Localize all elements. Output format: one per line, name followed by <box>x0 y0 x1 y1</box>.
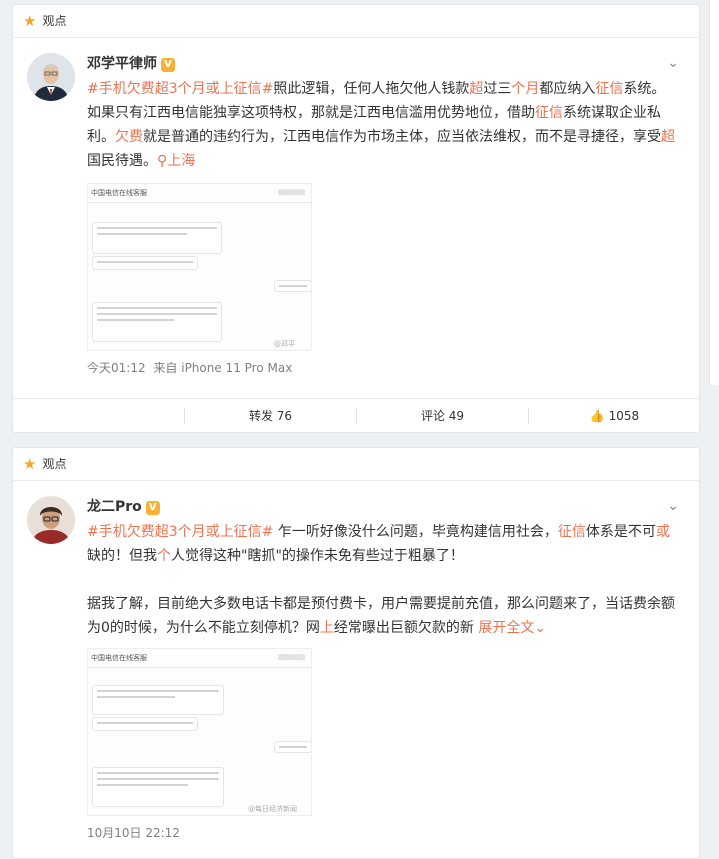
sidebar-edge <box>709 0 719 385</box>
location-text[interactable]: 上海 <box>167 153 195 169</box>
comment-button[interactable]: 评论 49 <box>357 399 528 433</box>
keyword-highlight: 超 <box>469 81 484 97</box>
text-span: 经常曝出巨额欠款的新 <box>333 620 474 636</box>
text-span: 人觉得这种"瞎抓"的操作未免有些过于粗暴了！ <box>171 548 464 564</box>
post-card: ★ 观点 邓学平律师 V ⌄ #手机欠费超3个月或上征信#照此逻辑，任何人拖欠他人钱… <box>12 4 700 433</box>
comment-label: 评论 <box>420 409 445 423</box>
avatar[interactable] <box>27 496 75 544</box>
keyword-highlight: 上 <box>319 620 334 636</box>
image-header-text: 中国电信在线客服 <box>91 654 147 662</box>
chat-bubble <box>92 256 198 270</box>
image-header: 中国电信在线客服 ░░░░░░░ <box>88 184 311 203</box>
keyword-highlight: 或 <box>655 524 670 540</box>
favorite-button[interactable] <box>13 399 184 433</box>
chat-bubble <box>274 280 311 292</box>
chat-bubble <box>92 302 222 342</box>
chevron-down-icon[interactable]: ⌄ <box>667 55 679 71</box>
text-span: 体系是不可 <box>585 524 656 540</box>
post-text: #手机欠费超3个月或上征信#照此逻辑，任何人拖欠他人钱款超过三个月都应纳入征信系… <box>87 77 677 173</box>
location-pin-icon: ⚲ <box>157 153 168 169</box>
action-bar: 转发 76 评论 49 👍 1058 <box>13 398 699 433</box>
chat-bubble <box>274 741 311 753</box>
text-span: 都应纳入 <box>539 81 596 97</box>
chevron-down-icon: ⌄ <box>534 620 547 636</box>
author-name-text[interactable]: 邓学平律师 <box>87 56 157 72</box>
keyword-highlight: 征信 <box>595 81 624 97</box>
thumbs-up-icon: 👍 <box>589 409 605 423</box>
post-meta: 今天01:12 来自 iPhone 11 Pro Max <box>87 359 292 376</box>
post-source: 来自 iPhone 11 Pro Max <box>153 361 293 375</box>
expand-label[interactable]: 展开全文 <box>478 620 534 636</box>
chat-bubble <box>92 717 198 731</box>
post-time[interactable]: 今天01:12 <box>87 361 146 375</box>
image-header-text: 中国电信在线客服 <box>91 189 147 197</box>
location-link[interactable]: ⚲上海 <box>157 153 195 169</box>
repost-button[interactable]: 转发 76 <box>185 399 356 433</box>
author-name[interactable]: 龙二Pro V <box>87 496 160 516</box>
section-label: 观点 <box>42 457 67 471</box>
repost-count: 76 <box>276 409 293 423</box>
verified-badge-icon: V <box>145 501 160 515</box>
text-span: 照此逻辑，任何人拖欠他人钱款 <box>273 81 470 97</box>
author-name-text[interactable]: 龙二Pro <box>87 499 142 515</box>
chevron-down-icon[interactable]: ⌄ <box>667 498 679 514</box>
keyword-highlight: 征信 <box>535 105 563 121</box>
image-id-text: ░░░░░░░ <box>278 190 305 196</box>
star-icon: ★ <box>23 455 37 473</box>
text-span: 乍一听好像没什么问题，毕竟构建信用社会， <box>273 524 558 540</box>
post-image[interactable]: 中国电信在线客服 ░░░░░░░ @每日经济新闻 <box>87 648 312 816</box>
chat-bubble <box>92 767 224 807</box>
post-time[interactable]: 10月10日 22:12 <box>87 826 180 840</box>
avatar[interactable] <box>27 53 75 101</box>
post-image[interactable]: 中国电信在线客服 ░░░░░░░ @邓平 <box>87 183 312 351</box>
section-label: 观点 <box>42 14 67 28</box>
image-watermark: @每日经济新闻 <box>248 805 297 813</box>
topic-link[interactable]: #手机欠费超3个月或上征信# <box>87 81 273 97</box>
image-id-text: ░░░░░░░ <box>278 655 305 661</box>
post-meta: 10月10日 22:12 <box>87 824 180 841</box>
like-count: 1058 <box>608 409 640 423</box>
post-card: ★ 观点 龙二Pro V ⌄ #手机欠费超3个月或上征信# 乍一听好像没什么问题，毕… <box>12 447 700 859</box>
post-text: #手机欠费超3个月或上征信# 乍一听好像没什么问题，毕竟构建信用社会，征信体系是… <box>87 520 677 640</box>
text-span: 国民待遇。 <box>87 153 157 169</box>
text-span: 缺的！但我 <box>87 548 157 564</box>
comment-count: 49 <box>448 409 465 423</box>
keyword-highlight: 个 <box>157 548 171 564</box>
keyword-highlight: 超 <box>661 129 675 145</box>
chat-bubble <box>92 222 222 254</box>
post-section-header: ★ 观点 <box>13 448 699 481</box>
text-span: 过三 <box>483 81 512 97</box>
post-section-header: ★ 观点 <box>13 5 699 38</box>
author-name[interactable]: 邓学平律师 V <box>87 53 175 73</box>
keyword-highlight: 征信 <box>557 524 586 540</box>
star-icon: ★ <box>23 12 37 30</box>
image-watermark: @邓平 <box>274 340 295 348</box>
like-button[interactable]: 👍 1058 <box>529 399 700 433</box>
keyword-highlight: 个月 <box>511 81 540 97</box>
expand-full-text-link[interactable]: 展开全文⌄ <box>478 620 546 636</box>
text-span: 就是普通的违约行为，江西电信作为市场主体，应当依法维权，而不是寻捷径，享受 <box>143 129 661 145</box>
chat-bubble <box>92 685 224 715</box>
verified-badge-icon: V <box>161 58 175 72</box>
image-header: 中国电信在线客服 ░░░░░░░ <box>88 649 311 668</box>
repost-label: 转发 <box>248 409 273 423</box>
keyword-highlight: 欠费 <box>115 129 143 145</box>
topic-link[interactable]: #手机欠费超3个月或上征信# <box>87 524 273 540</box>
